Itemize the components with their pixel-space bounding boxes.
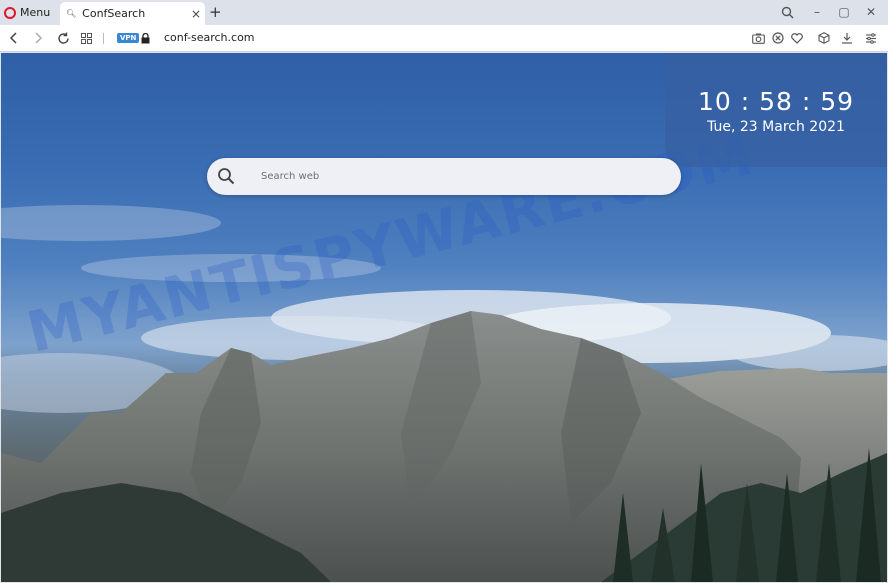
tab-close-button[interactable]: × [187, 7, 205, 21]
vpn-badge[interactable]: VPN [117, 33, 140, 43]
new-tab-button[interactable]: + [209, 3, 222, 21]
tab-search-icon[interactable] [778, 3, 796, 21]
forward-icon[interactable] [29, 29, 47, 47]
shield-icon[interactable] [769, 29, 787, 47]
tabs-grid-icon[interactable] [77, 29, 95, 47]
cube-icon[interactable] [815, 29, 833, 47]
opera-menu-button[interactable]: Menu [4, 3, 50, 22]
address-bar: VPN conf-search.com [0, 25, 888, 52]
clock-widget: 10 : 58 : 59 Tue, 23 March 2021 [665, 53, 887, 167]
clock-date: Tue, 23 March 2021 [707, 119, 845, 135]
tab-strip: Menu 🔍︎ ConfSearch × + – ▢ ✕ [0, 0, 888, 25]
divider [103, 33, 104, 44]
maximize-button[interactable]: ▢ [835, 3, 853, 21]
start-page: MYANTISPYWARE.COM 10 : 58 : 59 Tue, 23 M… [1, 53, 887, 582]
url-field[interactable]: conf-search.com [164, 31, 255, 44]
back-icon[interactable] [5, 29, 23, 47]
tab-title: ConfSearch [82, 7, 146, 20]
reload-icon[interactable] [54, 29, 72, 47]
opera-logo-icon [4, 6, 16, 19]
close-window-button[interactable]: ✕ [862, 3, 880, 21]
search-input[interactable] [261, 167, 661, 186]
camera-icon[interactable] [749, 29, 767, 47]
search-favicon-icon: 🔍︎ [66, 9, 77, 18]
search-bar[interactable] [207, 158, 681, 195]
menu-label: Menu [20, 6, 51, 19]
download-icon[interactable] [838, 29, 856, 47]
easy-setup-icon[interactable] [862, 29, 880, 47]
lock-icon[interactable] [141, 33, 150, 44]
clock-time: 10 : 58 : 59 [697, 87, 855, 116]
search-icon[interactable] [217, 167, 235, 185]
tab-confsearch[interactable]: 🔍︎ ConfSearch × [60, 2, 205, 25]
minimize-button[interactable]: – [808, 3, 826, 21]
heart-icon[interactable] [788, 29, 806, 47]
